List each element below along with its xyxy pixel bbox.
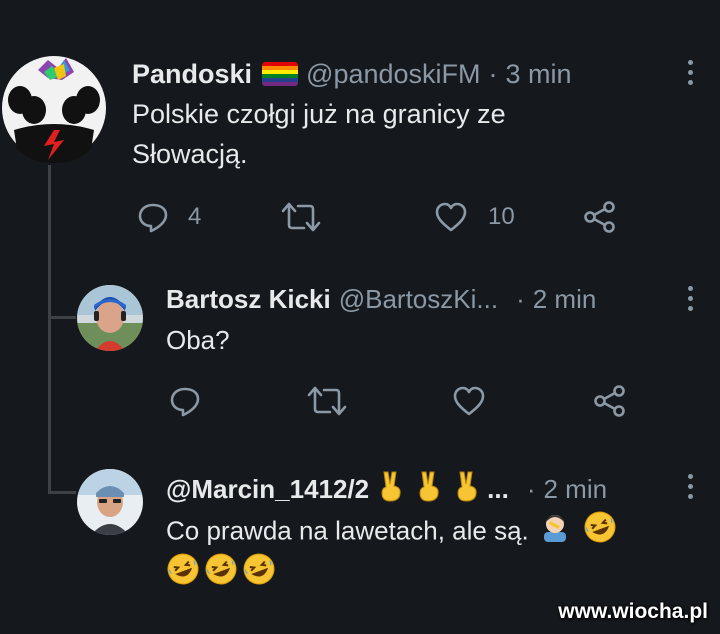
separator-dot: ·	[516, 283, 525, 314]
more-options-icon[interactable]	[688, 286, 694, 316]
rolling-on-floor-laughing-icon	[242, 552, 276, 591]
reply-button[interactable]: 4	[136, 200, 201, 234]
reply-count: 4	[188, 203, 202, 230]
like-button[interactable]	[452, 384, 486, 418]
avatar-bartosz[interactable]	[77, 285, 143, 351]
more-options-icon[interactable]	[688, 60, 694, 90]
retweet-button[interactable]	[306, 384, 348, 418]
tweet-3-extra-emoji	[166, 553, 276, 589]
separator-dot: ·	[488, 58, 498, 89]
retweet-button[interactable]	[280, 200, 322, 234]
tweet-time[interactable]: 3 min	[506, 59, 572, 90]
author-name[interactable]: Pandoski	[132, 59, 252, 90]
rainbow-flag-icon	[262, 62, 299, 86]
separator-dot: ·	[526, 473, 536, 504]
avatar-pandoski[interactable]	[0, 52, 108, 164]
victory-hand-icon	[377, 470, 405, 509]
share-button[interactable]	[582, 200, 618, 234]
retweet-icon	[307, 386, 347, 416]
victory-hand-icon	[453, 470, 481, 509]
tweet-time[interactable]: 2 min	[543, 474, 607, 505]
thread-line-branch-2	[48, 491, 76, 494]
tweet-3-header: @Marcin_1412/2 ... · 2 min	[166, 470, 607, 508]
avatar-marcin[interactable]	[77, 469, 143, 535]
like-button[interactable]: 10	[434, 200, 515, 234]
reply-button[interactable]	[168, 384, 202, 418]
tweet-text-line: Polskie czołgi już na granicy ze	[132, 99, 506, 129]
tweet-2-header: Bartosz Kicki @BartoszKi... · 2 min	[166, 281, 596, 317]
watermark: www.wiocha.pl	[558, 600, 708, 623]
thread-line-branch-1	[48, 316, 76, 319]
share-icon	[594, 385, 625, 417]
tweet-text-line: Co prawda na lawetach, ale są.	[166, 515, 529, 546]
like-count: 10	[488, 203, 515, 230]
person-facepalming-icon	[540, 512, 570, 553]
more-options-icon[interactable]	[688, 474, 694, 504]
rolling-on-floor-laughing-icon	[583, 510, 617, 555]
name-ellipsis: ...	[487, 473, 509, 504]
author-name[interactable]: Bartosz Kicki	[166, 284, 331, 315]
rolling-on-floor-laughing-icon	[204, 552, 238, 591]
reply-icon	[170, 387, 200, 417]
author-handle[interactable]: @BartoszKi...	[339, 284, 498, 315]
retweet-icon	[281, 202, 321, 232]
share-button[interactable]	[592, 384, 628, 418]
heart-icon	[435, 202, 467, 232]
tweet-3-text: Co prawda na lawetach, ale są.	[166, 510, 617, 555]
tweet-text-line: Słowacją.	[132, 139, 248, 169]
thread-line-main	[48, 165, 51, 493]
rolling-on-floor-laughing-icon	[166, 552, 200, 591]
victory-hand-icon	[415, 470, 443, 509]
tweet-1-header: Pandoski @pandoskiFM · 3 min	[132, 56, 572, 92]
tweet-time[interactable]: 2 min	[533, 284, 597, 315]
author-handle[interactable]: @pandoskiFM	[306, 59, 480, 90]
share-icon	[584, 201, 615, 233]
tweet-2-text: Oba?	[166, 325, 230, 355]
reply-icon	[138, 203, 168, 233]
author-name[interactable]: @Marcin_1412/2	[166, 474, 369, 505]
tweet-1-text: Polskie czołgi już na granicy ze Słowacj…	[132, 94, 506, 174]
heart-icon	[453, 386, 485, 416]
